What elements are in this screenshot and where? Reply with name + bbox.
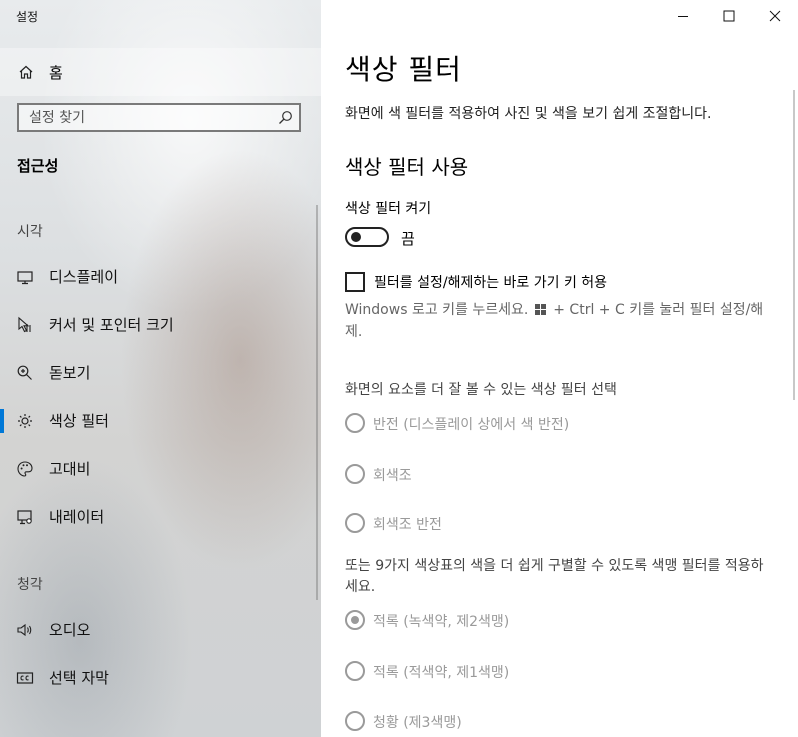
radio-label: 회색조: [373, 468, 412, 484]
toggle-label: 색상 필터 켜기: [345, 201, 432, 217]
sidebar-item-label: 고대비: [49, 460, 91, 478]
shortcut-hint: Windows 로고 키를 누르세요. + Ctrl + C 키를 눌러 필터 …: [345, 300, 775, 343]
minimize-icon: [678, 16, 688, 17]
sidebar-home[interactable]: 홈: [0, 48, 321, 96]
toggle-state-text: 끔: [401, 230, 415, 248]
maximize-button[interactable]: [706, 0, 752, 32]
radio-tritanopia[interactable]: 청황 (제3색맹): [345, 711, 765, 733]
radio-invert[interactable]: 반전 (디스플레이 상에서 색 반전): [345, 413, 765, 435]
radio-grayscale-inverted[interactable]: 회색조 반전: [345, 513, 765, 535]
main-scrollbar[interactable]: [793, 90, 795, 400]
radio-button[interactable]: [345, 413, 365, 433]
sidebar-home-label: 홈: [49, 64, 63, 82]
sidebar-item-narrator[interactable]: 내레이터: [0, 493, 321, 541]
shortcut-checkbox-label[interactable]: 필터를 설정/해제하는 바로 가기 키 허용: [374, 272, 607, 292]
toggle-knob: [351, 232, 361, 242]
sidebar-item-audio[interactable]: 오디오: [0, 606, 321, 654]
closed-caption-icon: [16, 669, 34, 687]
radio-deuteranopia[interactable]: 적록 (녹색약, 제2색맹): [345, 610, 765, 632]
sidebar-item-label: 내레이터: [49, 508, 105, 526]
sidebar-item-magnifier[interactable]: 돋보기: [0, 349, 321, 397]
monitor-icon: [16, 268, 34, 286]
shortcut-checkbox[interactable]: [345, 272, 365, 292]
search-input[interactable]: [19, 105, 279, 130]
radio-label: 적록 (적색약, 제1색맹): [373, 665, 510, 681]
sidebar-scrollbar[interactable]: [316, 205, 318, 600]
color-filter-toggle[interactable]: [345, 227, 389, 247]
hint-text-before: Windows 로고 키를 누르세요.: [345, 302, 529, 318]
speaker-icon: [16, 621, 34, 639]
sidebar-item-label: 선택 자막: [49, 669, 109, 687]
search-icon[interactable]: [278, 110, 293, 125]
radio-label: 적록 (녹색약, 제2색맹): [373, 614, 510, 630]
sidebar-item-label: 디스플레이: [49, 268, 119, 286]
search-box[interactable]: [17, 103, 301, 132]
maximize-icon: [723, 10, 735, 22]
sidebar-item-label: 색상 필터: [49, 412, 109, 430]
radio-label: 반전 (디스플레이 상에서 색 반전): [373, 417, 570, 433]
main-panel: 색상 필터 화면에 색 필터를 적용하여 사진 및 색을 보기 쉽게 조절합니다…: [321, 0, 798, 737]
section-title: 색상 필터 사용: [345, 155, 469, 179]
windows-logo-icon: [534, 301, 546, 322]
colorblind-header: 또는 9가지 색상표의 색을 더 쉽게 구별할 수 있도록 색맹 필터를 적용하…: [345, 558, 764, 595]
sidebar-item-label: 커서 및 포인터 크기: [49, 316, 174, 334]
radio-grayscale[interactable]: 회색조: [345, 464, 765, 486]
cursor-icon: [16, 316, 34, 334]
palette-icon: [16, 460, 34, 478]
close-button[interactable]: [752, 0, 798, 32]
filter-choice-header: 화면의 요소를 더 잘 볼 수 있는 색상 필터 선택: [345, 382, 617, 398]
settings-window: 설정 홈 접근성 시각 디스플레이: [0, 0, 798, 737]
radio-button[interactable]: [345, 711, 365, 731]
radio-button[interactable]: [345, 513, 365, 533]
sidebar-item-label: 돋보기: [49, 364, 91, 382]
close-icon: [769, 10, 781, 22]
sidebar-item-closed-captions[interactable]: 선택 자막: [0, 654, 321, 702]
radio-label: 청황 (제3색맹): [373, 715, 462, 731]
group-header-vision: 시각: [17, 224, 43, 240]
radio-button[interactable]: [345, 464, 365, 484]
sidebar-item-color-filter[interactable]: 색상 필터: [0, 397, 321, 445]
radio-button[interactable]: [345, 610, 365, 630]
narrator-icon: [16, 508, 34, 526]
minimize-button[interactable]: [660, 0, 706, 32]
group-header-hearing: 청각: [17, 577, 43, 593]
current-section-title: 접근성: [17, 157, 59, 175]
sidebar-item-display[interactable]: 디스플레이: [0, 253, 321, 301]
radio-button[interactable]: [345, 661, 365, 681]
radio-label: 회색조 반전: [373, 517, 442, 533]
magnifier-icon: [16, 364, 34, 382]
home-icon: [18, 64, 34, 80]
radio-protanopia[interactable]: 적록 (적색약, 제1색맹): [345, 661, 765, 683]
sidebar-item-label: 오디오: [49, 621, 91, 639]
brightness-icon: [16, 412, 34, 430]
page-description: 화면에 색 필터를 적용하여 사진 및 색을 보기 쉽게 조절합니다.: [345, 106, 712, 122]
app-title: 설정: [16, 10, 39, 24]
sidebar-item-cursor[interactable]: 커서 및 포인터 크기: [0, 301, 321, 349]
sidebar: 설정 홈 접근성 시각 디스플레이: [0, 0, 321, 737]
page-title: 색상 필터: [345, 53, 462, 86]
sidebar-item-high-contrast[interactable]: 고대비: [0, 445, 321, 493]
